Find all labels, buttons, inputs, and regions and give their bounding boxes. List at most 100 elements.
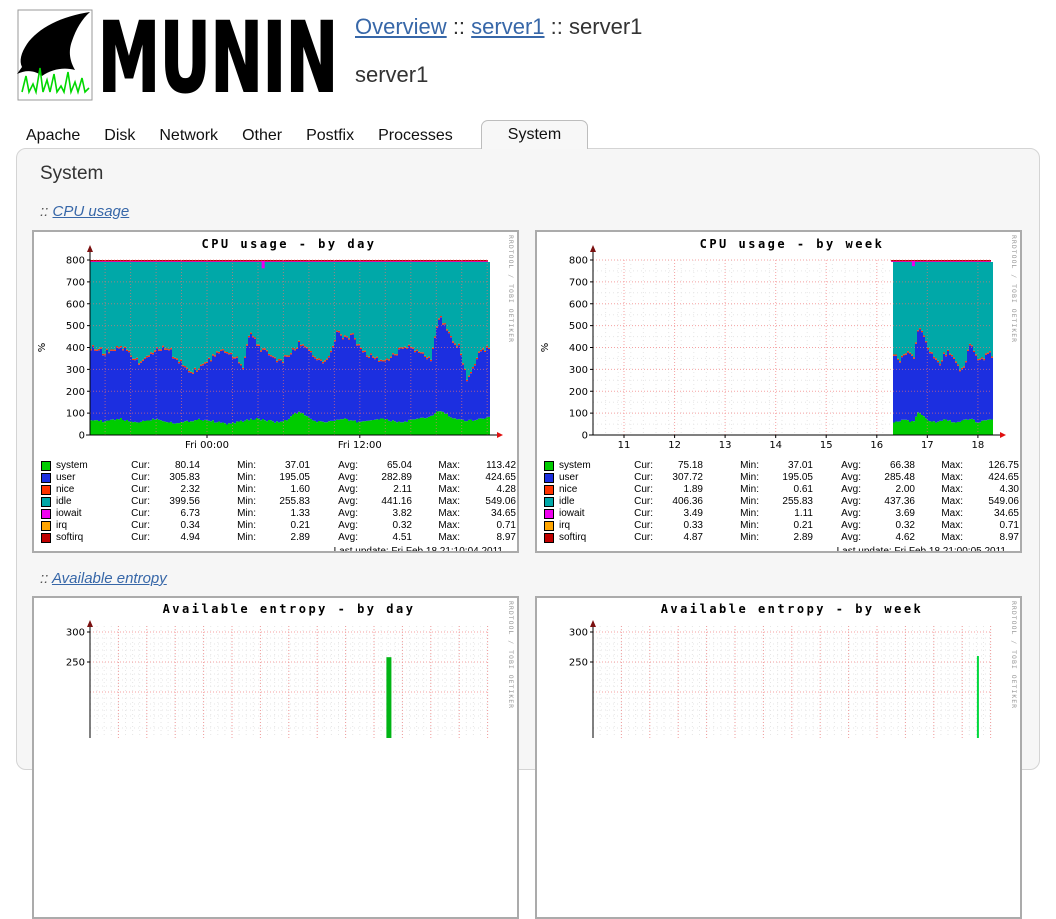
stat-label: Min:: [200, 460, 256, 472]
entropy-day-graph[interactable]: RRDTOOL / TOBI OETIKER300250Available en…: [32, 596, 519, 919]
legend-series-name: user: [56, 472, 114, 484]
svg-text:11: 11: [618, 440, 631, 450]
stat-value: 37.01: [256, 460, 310, 472]
svg-text:17: 17: [921, 440, 934, 450]
stat-label: Cur:: [114, 520, 150, 532]
svg-text:200: 200: [569, 387, 588, 398]
svg-text:%: %: [37, 343, 48, 353]
entropy_week-plot-image[interactable]: 300250Available entropy - by week: [537, 598, 1020, 738]
logo-wordmark: MUNIN: [98, 8, 338, 102]
legend-row-softirq: softirqCur:4.94Min:2.89Avg:4.51Max:8.97: [34, 532, 517, 544]
stat-label: Cur:: [114, 496, 150, 508]
legend-series-name: irq: [56, 520, 114, 532]
stat-value: 4.30: [963, 484, 1019, 496]
breadcrumb-link-host[interactable]: server1: [471, 14, 544, 39]
graph-title: Available entropy - by week: [661, 602, 924, 616]
legend-row-system: systemCur:75.18Min:37.01Avg:66.38Max:126…: [537, 460, 1020, 472]
stat-label: Max:: [412, 532, 460, 544]
stat-value: 549.06: [963, 496, 1019, 508]
svg-text:250: 250: [569, 658, 588, 669]
tab-processes[interactable]: Processes: [366, 123, 465, 149]
svg-text:16: 16: [870, 440, 883, 450]
tab-disk[interactable]: Disk: [92, 123, 147, 149]
svg-text:500: 500: [66, 321, 85, 332]
stat-value: 4.62: [861, 532, 915, 544]
stat-label: Min:: [703, 484, 759, 496]
graph-legend: systemCur:75.18Min:37.01Avg:66.38Max:126…: [537, 460, 1020, 544]
stat-value: 0.71: [460, 520, 516, 532]
tab-system[interactable]: System: [481, 120, 588, 149]
stat-label: Avg:: [310, 532, 358, 544]
stat-label: Max:: [412, 484, 460, 496]
stat-value: 305.83: [150, 472, 200, 484]
tab-network[interactable]: Network: [147, 123, 230, 149]
svg-text:500: 500: [569, 321, 588, 332]
stat-label: Max:: [915, 496, 963, 508]
stat-value: 80.14: [150, 460, 200, 472]
breadcrumb-current: server1: [569, 14, 642, 39]
stat-value: 424.65: [963, 472, 1019, 484]
entropy-week-graph[interactable]: RRDTOOL / TOBI OETIKER300250Available en…: [535, 596, 1022, 919]
rrdtool-watermark: RRDTOOL / TOBI OETIKER: [1010, 235, 1018, 343]
svg-text:800: 800: [569, 256, 588, 267]
legend-row-idle: idleCur:406.36Min:255.83Avg:437.36Max:54…: [537, 496, 1020, 508]
stat-label: Min:: [703, 496, 759, 508]
stat-value: 2.11: [358, 484, 412, 496]
stat-value: 0.34: [150, 520, 200, 532]
tab-postfix[interactable]: Postfix: [294, 123, 366, 149]
tab-apache[interactable]: Apache: [14, 123, 92, 149]
stat-label: Avg:: [813, 532, 861, 544]
entropy_day-plot-image[interactable]: 300250Available entropy - by day: [34, 598, 517, 738]
svg-text:0: 0: [79, 431, 85, 442]
section-link-available-entropy[interactable]: Available entropy: [52, 570, 167, 587]
legend-series-name: nice: [559, 484, 617, 496]
cpu_week-plot-image[interactable]: 0100200300400500600700800111213141516171…: [537, 232, 1020, 450]
stat-label: Min:: [703, 520, 759, 532]
stat-value: 6.73: [150, 508, 200, 520]
stat-label: Cur:: [617, 508, 653, 520]
legend-row-nice: niceCur:1.89Min:0.61Avg:2.00Max:4.30: [537, 484, 1020, 496]
stat-value: 66.38: [861, 460, 915, 472]
stat-label: Avg:: [813, 496, 861, 508]
cpu_day-plot-image[interactable]: 0100200300400500600700800Fri 00:00Fri 12…: [34, 232, 517, 450]
legend-row-system: systemCur:80.14Min:37.01Avg:65.04Max:113…: [34, 460, 517, 472]
legend-row-softirq: softirqCur:4.87Min:2.89Avg:4.62Max:8.97: [537, 532, 1020, 544]
stat-value: 0.61: [759, 484, 813, 496]
rrdtool-watermark: RRDTOOL / TOBI OETIKER: [507, 601, 515, 709]
section-link-cpu-usage[interactable]: CPU usage: [53, 203, 130, 220]
svg-text:600: 600: [66, 299, 85, 310]
stat-label: Cur:: [114, 460, 150, 472]
breadcrumb: Overview :: server1 :: server1: [355, 14, 642, 40]
stat-value: 0.21: [256, 520, 310, 532]
stat-label: Cur:: [617, 496, 653, 508]
cpu-day-graph[interactable]: RRDTOOL / TOBI OETIKER010020030040050060…: [32, 230, 519, 553]
legend-series-name: irq: [559, 520, 617, 532]
section-available-entropy: :: Available entropy: [40, 570, 167, 587]
legend-series-name: idle: [56, 496, 114, 508]
legend-row-user: userCur:305.83Min:195.05Avg:282.89Max:42…: [34, 472, 517, 484]
stat-label: Cur:: [617, 484, 653, 496]
stat-label: Max:: [915, 520, 963, 532]
breadcrumb-link-overview[interactable]: Overview: [355, 14, 447, 39]
stat-value: 285.48: [861, 472, 915, 484]
softirq-swatch-icon: [544, 533, 554, 543]
stat-label: Avg:: [813, 484, 861, 496]
stat-label: Max:: [915, 472, 963, 484]
stat-value: 282.89: [358, 472, 412, 484]
tab-other[interactable]: Other: [230, 123, 294, 149]
legend-series-name: idle: [559, 496, 617, 508]
stat-value: 0.32: [358, 520, 412, 532]
nice-swatch-icon: [544, 485, 554, 495]
svg-text:400: 400: [66, 343, 85, 354]
stat-value: 75.18: [653, 460, 703, 472]
munin-logo: MUNIN: [12, 8, 342, 107]
cpu-week-graph[interactable]: RRDTOOL / TOBI OETIKER010020030040050060…: [535, 230, 1022, 553]
breadcrumb-separator: ::: [453, 14, 465, 39]
last-update: Last update: Fri Feb 18 21:10:04 2011: [34, 546, 517, 553]
stat-label: Cur:: [114, 472, 150, 484]
svg-text:15: 15: [820, 440, 833, 450]
graph-title: CPU usage - by day: [201, 237, 376, 251]
svg-text:600: 600: [569, 299, 588, 310]
stat-value: 1.60: [256, 484, 310, 496]
stat-label: Min:: [703, 460, 759, 472]
